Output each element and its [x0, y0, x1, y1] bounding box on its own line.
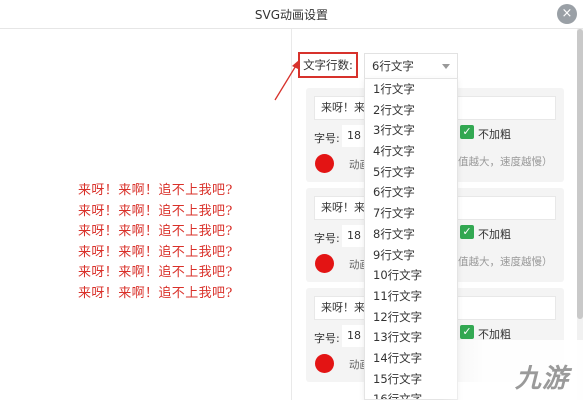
- scrollbar-thumb[interactable]: [577, 29, 583, 319]
- font-size-label: 字号:: [314, 132, 340, 145]
- preview-line: 来呀！来啊！追不上我吧?: [78, 265, 233, 280]
- color-picker-button[interactable]: [315, 254, 334, 273]
- dropdown-option[interactable]: 10行文字: [365, 265, 457, 286]
- line-count-select-value: 6行文字: [372, 59, 414, 73]
- title-bar: SVG动画设置 ×: [0, 0, 583, 29]
- dropdown-option[interactable]: 3行文字: [365, 120, 457, 141]
- chevron-down-icon: [442, 64, 450, 69]
- watermark-logo: 九游: [515, 364, 570, 394]
- dropdown-option[interactable]: 5行文字: [365, 162, 457, 183]
- preview-line: 来呀！来啊！追不上我吧?: [78, 203, 233, 219]
- dropdown-option[interactable]: 2行文字: [365, 100, 457, 121]
- preview-line: 来呀！来啊！追不上我吧?: [78, 224, 233, 239]
- bold-checkbox[interactable]: ✓: [460, 125, 474, 139]
- close-button[interactable]: ×: [557, 4, 577, 24]
- dropdown-option[interactable]: 8行文字: [365, 224, 457, 245]
- dropdown-option[interactable]: 4行文字: [365, 141, 457, 162]
- bold-label: 不加粗: [478, 128, 511, 141]
- color-picker-button[interactable]: [315, 354, 334, 373]
- color-picker-button[interactable]: [315, 154, 334, 173]
- line-count-select[interactable]: 6行文字: [364, 53, 458, 79]
- preview-text: 来呀！来啊！追不上我吧? 来呀！来啊！追不上我吧? 来呀！来啊！追不上我吧? 来…: [78, 181, 258, 304]
- bold-label: 不加粗: [478, 228, 511, 241]
- preview-line: 来呀！来啊！追不上我吧?: [78, 244, 233, 260]
- speed-hint: 值越大，速度越慢）: [458, 156, 553, 168]
- bold-checkbox[interactable]: ✓: [460, 225, 474, 239]
- dropdown-option[interactable]: 12行文字: [365, 307, 457, 328]
- preview-line: 来呀！来啊！追不上我吧?: [78, 285, 233, 301]
- dropdown-option[interactable]: 9行文字: [365, 245, 457, 266]
- dropdown-option[interactable]: 7行文字: [365, 203, 457, 224]
- dropdown-option[interactable]: 6行文字: [365, 182, 457, 203]
- preview-line: 来呀！来啊！追不上我吧?: [78, 183, 233, 198]
- annotation-arrow-icon: [274, 60, 299, 101]
- line-count-label: 文字行数:: [298, 52, 358, 78]
- bold-checkbox[interactable]: ✓: [460, 325, 474, 339]
- font-size-label: 字号:: [314, 332, 340, 345]
- font-size-label: 字号:: [314, 232, 340, 245]
- speed-hint: 值越大，速度越慢）: [458, 256, 553, 268]
- dropdown-option[interactable]: 1行文字: [365, 79, 457, 100]
- dropdown-option[interactable]: 11行文字: [365, 286, 457, 307]
- window-title: SVG动画设置: [254, 8, 329, 22]
